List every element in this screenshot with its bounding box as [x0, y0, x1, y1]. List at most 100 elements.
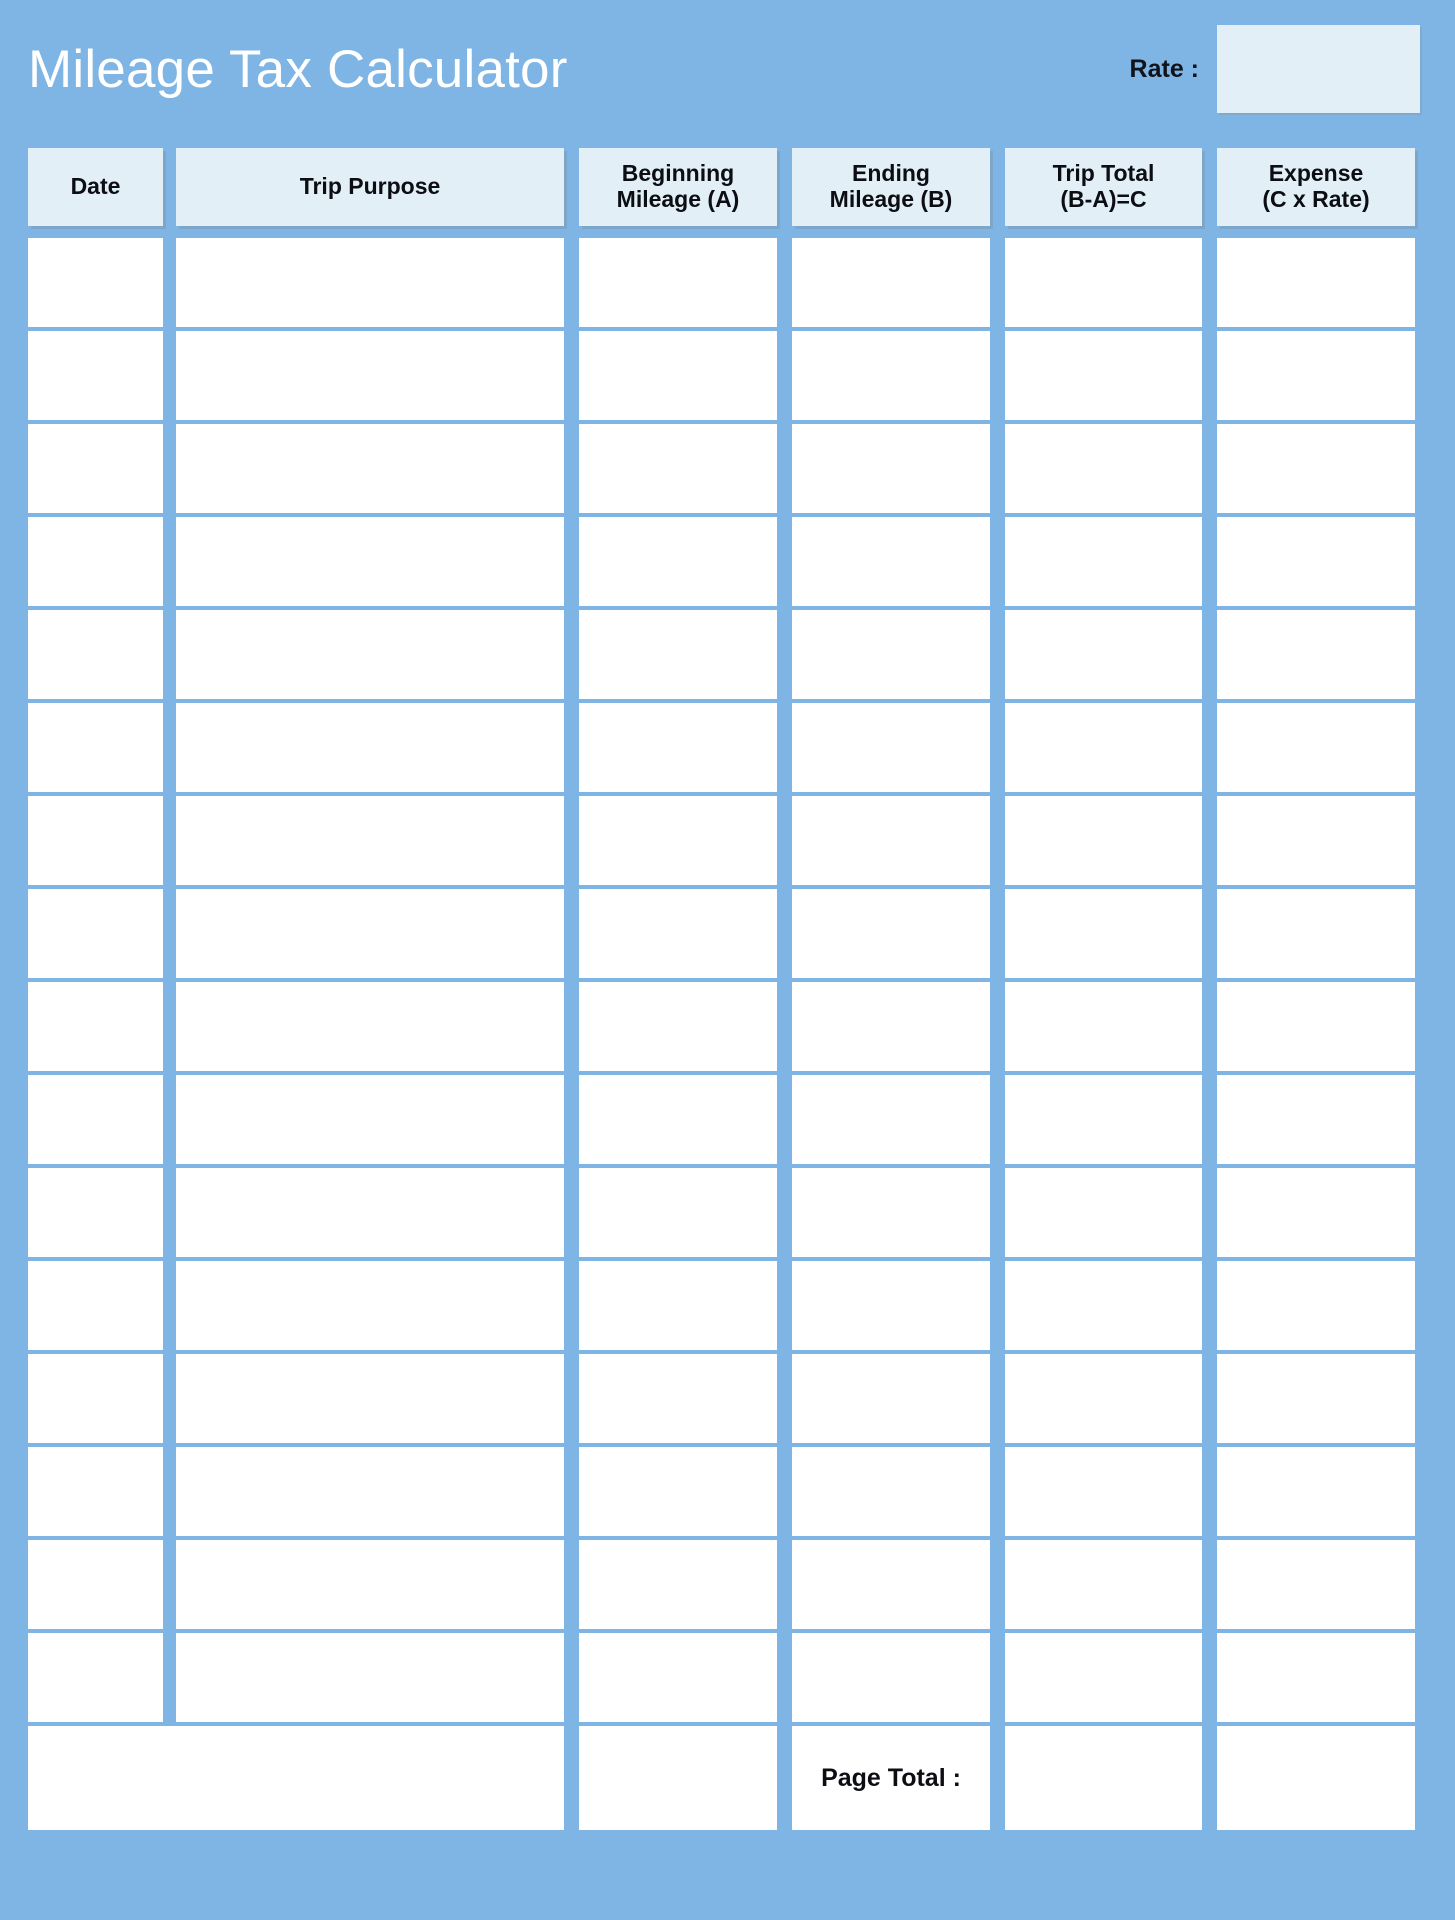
cell-date[interactable]: [28, 703, 163, 796]
cell-date[interactable]: [28, 889, 163, 982]
cell-expense[interactable]: [1217, 610, 1415, 703]
cell-end[interactable]: [792, 1075, 990, 1168]
cell-date[interactable]: [28, 1447, 163, 1540]
cell-purpose[interactable]: [176, 703, 564, 796]
cell-purpose[interactable]: [176, 238, 564, 331]
cell-expense[interactable]: [1217, 331, 1415, 424]
cell-expense[interactable]: [1217, 889, 1415, 982]
cell-date[interactable]: [28, 1540, 163, 1633]
cell-purpose[interactable]: [176, 1447, 564, 1540]
cell-end[interactable]: [792, 610, 990, 703]
cell-end[interactable]: [792, 1261, 990, 1354]
cell-end[interactable]: [792, 424, 990, 517]
page-total-trip-total-cell[interactable]: [1005, 1726, 1202, 1830]
cell-date[interactable]: [28, 517, 163, 610]
cell-date[interactable]: [28, 1168, 163, 1261]
cell-total[interactable]: [1005, 517, 1202, 610]
cell-purpose[interactable]: [176, 1354, 564, 1447]
cell-total[interactable]: [1005, 1447, 1202, 1540]
cell-expense[interactable]: [1217, 238, 1415, 331]
cell-purpose[interactable]: [176, 1168, 564, 1261]
cell-date[interactable]: [28, 424, 163, 517]
cell-begin[interactable]: [579, 1540, 777, 1633]
cell-expense[interactable]: [1217, 424, 1415, 517]
cell-end[interactable]: [792, 1168, 990, 1261]
cell-date[interactable]: [28, 796, 163, 889]
cell-begin[interactable]: [579, 517, 777, 610]
cell-end[interactable]: [792, 1447, 990, 1540]
cell-purpose[interactable]: [176, 1261, 564, 1354]
cell-purpose[interactable]: [176, 982, 564, 1075]
cell-expense[interactable]: [1217, 1354, 1415, 1447]
cell-total[interactable]: [1005, 1168, 1202, 1261]
cell-begin[interactable]: [579, 1168, 777, 1261]
cell-end[interactable]: [792, 517, 990, 610]
cell-total[interactable]: [1005, 238, 1202, 331]
cell-date[interactable]: [28, 982, 163, 1075]
cell-purpose[interactable]: [176, 424, 564, 517]
cell-total[interactable]: [1005, 1354, 1202, 1447]
cell-purpose[interactable]: [176, 796, 564, 889]
cell-total[interactable]: [1005, 424, 1202, 517]
cell-total[interactable]: [1005, 703, 1202, 796]
cell-expense[interactable]: [1217, 703, 1415, 796]
cell-total[interactable]: [1005, 1261, 1202, 1354]
cell-begin[interactable]: [579, 610, 777, 703]
cell-end[interactable]: [792, 1354, 990, 1447]
cell-begin[interactable]: [579, 238, 777, 331]
cell-end[interactable]: [792, 238, 990, 331]
cell-date[interactable]: [28, 1633, 163, 1726]
cell-purpose[interactable]: [176, 1540, 564, 1633]
cell-date[interactable]: [28, 1354, 163, 1447]
cell-date[interactable]: [28, 1075, 163, 1168]
cell-date[interactable]: [28, 1261, 163, 1354]
cell-begin[interactable]: [579, 1633, 777, 1726]
cell-begin[interactable]: [579, 331, 777, 424]
cell-expense[interactable]: [1217, 1261, 1415, 1354]
cell-purpose[interactable]: [176, 331, 564, 424]
cell-total[interactable]: [1005, 1633, 1202, 1726]
cell-purpose[interactable]: [176, 610, 564, 703]
cell-total[interactable]: [1005, 889, 1202, 982]
cell-expense[interactable]: [1217, 1633, 1415, 1726]
cell-begin[interactable]: [579, 796, 777, 889]
cell-purpose[interactable]: [176, 517, 564, 610]
cell-begin[interactable]: [579, 982, 777, 1075]
cell-expense[interactable]: [1217, 1540, 1415, 1633]
cell-expense[interactable]: [1217, 1075, 1415, 1168]
footer-blank-cell[interactable]: [28, 1726, 564, 1830]
cell-end[interactable]: [792, 1540, 990, 1633]
cell-expense[interactable]: [1217, 1168, 1415, 1261]
cell-purpose[interactable]: [176, 1633, 564, 1726]
cell-begin[interactable]: [579, 1447, 777, 1540]
cell-total[interactable]: [1005, 1540, 1202, 1633]
cell-end[interactable]: [792, 1633, 990, 1726]
page-total-expense-cell[interactable]: [1217, 1726, 1415, 1830]
cell-date[interactable]: [28, 238, 163, 331]
cell-begin[interactable]: [579, 424, 777, 517]
cell-end[interactable]: [792, 703, 990, 796]
rate-input[interactable]: [1217, 25, 1420, 113]
cell-purpose[interactable]: [176, 1075, 564, 1168]
cell-expense[interactable]: [1217, 796, 1415, 889]
cell-date[interactable]: [28, 331, 163, 424]
cell-begin[interactable]: [579, 889, 777, 982]
cell-begin[interactable]: [579, 1354, 777, 1447]
cell-begin[interactable]: [579, 1261, 777, 1354]
cell-begin[interactable]: [579, 703, 777, 796]
cell-end[interactable]: [792, 889, 990, 982]
cell-end[interactable]: [792, 331, 990, 424]
cell-purpose[interactable]: [176, 889, 564, 982]
cell-total[interactable]: [1005, 796, 1202, 889]
cell-end[interactable]: [792, 982, 990, 1075]
cell-total[interactable]: [1005, 331, 1202, 424]
cell-total[interactable]: [1005, 610, 1202, 703]
cell-total[interactable]: [1005, 982, 1202, 1075]
cell-expense[interactable]: [1217, 982, 1415, 1075]
footer-spacer-cell[interactable]: [579, 1726, 777, 1830]
cell-begin[interactable]: [579, 1075, 777, 1168]
cell-expense[interactable]: [1217, 517, 1415, 610]
cell-expense[interactable]: [1217, 1447, 1415, 1540]
cell-total[interactable]: [1005, 1075, 1202, 1168]
cell-date[interactable]: [28, 610, 163, 703]
